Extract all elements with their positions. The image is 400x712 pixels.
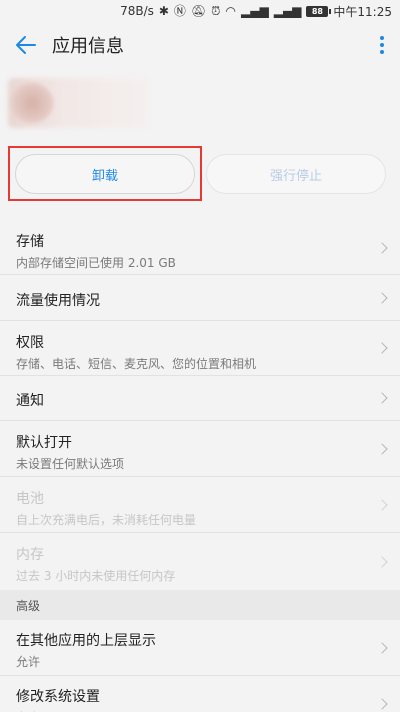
network-speed: 78B/s (120, 4, 154, 18)
chevron-right-icon (376, 498, 388, 511)
section-header-advanced: 高级 (0, 590, 400, 620)
item-subtitle: 内部存储空间已使用 2.01 GB (16, 256, 176, 270)
item-title: 电池 (16, 491, 44, 507)
chevron-right-icon (376, 641, 388, 654)
alarm-icon: ⏰︎ (211, 4, 221, 18)
back-button[interactable] (0, 22, 52, 68)
item-subtitle: 允许 (16, 655, 41, 669)
advanced-list: 在其他应用的上层显示 允许 修改系统设置 允许 (0, 620, 400, 712)
signal-icon: ▂▄▆ (241, 4, 269, 18)
item-title: 内存 (16, 547, 44, 563)
item-title: 权限 (16, 335, 44, 351)
battery-icon: 88 (306, 5, 332, 17)
chevron-right-icon (376, 291, 388, 304)
chevron-right-icon (376, 555, 388, 568)
chevron-right-icon (376, 342, 388, 354)
list-item-permissions[interactable]: 权限 存储、电话、短信、麦克风、您的位置和相机 (0, 321, 400, 376)
chevron-right-icon (376, 698, 388, 710)
item-subtitle: 过去 3 小时内未使用任何内存 (16, 569, 176, 583)
item-title: 在其他应用的上层显示 (16, 633, 156, 649)
list-item-storage[interactable]: 存储 内部存储空间已使用 2.01 GB (0, 221, 400, 275)
item-title: 默认打开 (16, 435, 72, 451)
chevron-right-icon (376, 442, 388, 455)
page-title: 应用信息 (52, 36, 124, 57)
item-title: 修改系统设置 (16, 689, 100, 705)
more-icon-dot (380, 36, 384, 40)
settings-list: 存储 内部存储空间已使用 2.01 GB 流量使用情况 权限 存储、电话、短信、… (0, 221, 400, 590)
item-subtitle: 未设置任何默认选项 (16, 457, 125, 471)
back-arrow-icon (16, 36, 36, 54)
item-subtitle: 存储、电话、短信、麦克风、您的位置和相机 (16, 357, 257, 371)
item-title: 存储 (16, 234, 44, 250)
uninstall-button[interactable]: 卸载 (15, 154, 195, 194)
clock: 中午11:25 (333, 4, 392, 19)
signal-icon-2: ▂▄▆ (273, 4, 302, 18)
more-icon-dot (380, 50, 384, 54)
bluetooth-icon: ✱ (158, 4, 169, 18)
chevron-right-icon (376, 392, 388, 404)
more-icon-dot (380, 43, 384, 47)
mute-icon: 🔕︎ (190, 4, 207, 18)
list-item-data-usage[interactable]: 流量使用情况 (0, 275, 400, 321)
nfc-icon: Ⓝ (173, 4, 186, 18)
chevron-right-icon (376, 241, 388, 254)
title-bar: 应用信息 (0, 22, 400, 68)
status-bar: 78B/s ✱ Ⓝ 🔕︎ ⏰︎ ◠ ▂▄▆ ▂▄▆ 88 中午11:25 (0, 0, 400, 22)
wifi-icon: ◠ (225, 4, 237, 18)
list-item-memory[interactable]: 内存 过去 3 小时内未使用任何内存 (0, 533, 400, 590)
list-item-open-by-default[interactable]: 默认打开 未设置任何默认选项 (0, 421, 400, 477)
app-icon (10, 83, 54, 123)
force-stop-button[interactable]: 强行停止 (206, 154, 386, 194)
more-options-button[interactable] (374, 33, 390, 57)
item-title: 流量使用情况 (16, 293, 100, 309)
battery-level: 88 (311, 6, 323, 16)
list-item-modify-system-settings[interactable]: 修改系统设置 允许 (0, 676, 400, 712)
list-item-battery[interactable]: 电池 自上次充满电后，未消耗任何电量 (0, 477, 400, 533)
item-subtitle: 自上次充满电后，未消耗任何电量 (16, 513, 197, 527)
item-title: 通知 (16, 393, 44, 409)
list-item-draw-over-apps[interactable]: 在其他应用的上层显示 允许 (0, 620, 400, 676)
list-item-notifications[interactable]: 通知 (0, 376, 400, 421)
